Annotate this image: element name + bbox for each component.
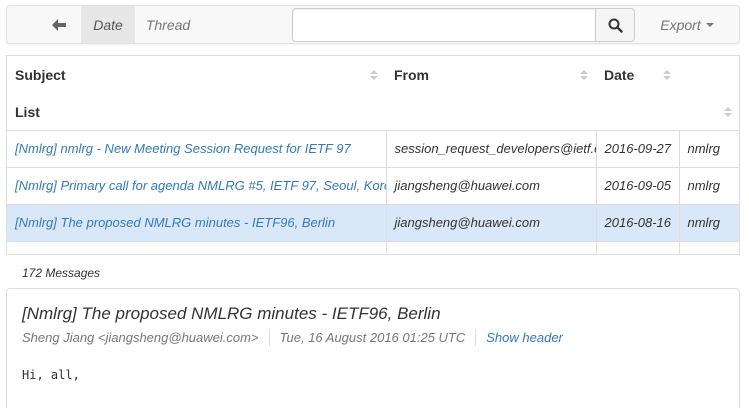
sort-icon — [663, 70, 671, 80]
message-subject: [Nmlrg] The proposed NMLRG minutes - IET… — [22, 304, 441, 323]
message-date: Tue, 16 August 2016 01:25 UTC — [279, 330, 466, 345]
message-list: nmlrg — [679, 203, 739, 241]
search-input[interactable] — [292, 8, 595, 42]
message-date: 2016-09-05 — [596, 166, 680, 204]
header-label: Date — [604, 67, 635, 83]
message-list: nmlrg — [679, 129, 739, 167]
export-dropdown[interactable]: Export — [652, 6, 722, 43]
message-date: 2016-08-16 — [596, 203, 680, 241]
message-subject-link[interactable]: [Nmlrg] The proposed NMLRG minutes - IET… — [15, 215, 335, 230]
table-row-selected[interactable]: [Nmlrg] The proposed NMLRG minutes - IET… — [7, 203, 739, 241]
column-header-date[interactable]: Date — [596, 56, 679, 94]
message-count: 172 Messages — [22, 266, 101, 280]
message-subject-link[interactable]: [Nmlrg] Primary call for agenda NMLRG #5… — [15, 178, 385, 193]
divider — [268, 329, 270, 346]
tab-thread[interactable]: Thread — [135, 6, 201, 43]
divider — [475, 329, 477, 346]
table-row[interactable]: [Nmlrg] Primary call for agenda NMLRG #5… — [7, 166, 739, 204]
message-from: session_request_developers@ietf.org — [386, 129, 597, 167]
message-from: jiangsheng@huawei.com — [386, 203, 597, 241]
message-sender: Sheng Jiang <jiangsheng@huawei.com> — [22, 330, 259, 345]
message-body: Hi, all, — [22, 368, 80, 382]
sort-icon — [724, 106, 732, 117]
arrow-left-icon — [52, 18, 66, 31]
column-header-subject[interactable]: Subject — [7, 56, 386, 94]
back-button[interactable] — [37, 6, 81, 43]
table-row[interactable] — [7, 240, 739, 254]
message-table: Subject From Date List [Nmlrg] nmlrg - N… — [6, 55, 740, 255]
column-header-list[interactable]: List — [7, 94, 739, 130]
message-list: nmlrg — [679, 166, 739, 204]
header-label: Subject — [15, 67, 66, 83]
message-panel: [Nmlrg] The proposed NMLRG minutes - IET… — [6, 288, 740, 408]
caret-down-icon — [705, 22, 714, 27]
header-label: From — [394, 67, 429, 83]
sort-icon — [370, 70, 378, 80]
message-from: jiangsheng@huawei.com — [386, 166, 597, 204]
message-subject-link[interactable]: [Nmlrg] nmlrg - New Meeting Session Requ… — [15, 141, 351, 156]
show-header-link[interactable]: Show header — [486, 330, 563, 345]
search-button[interactable] — [595, 8, 635, 42]
header-label: List — [15, 103, 40, 120]
sort-icon — [580, 70, 588, 80]
column-header-from[interactable]: From — [386, 56, 596, 94]
export-label: Export — [660, 16, 701, 33]
message-date: 2016-09-27 — [596, 129, 680, 167]
toolbar: Date Thread Export — [6, 5, 740, 44]
search-icon — [608, 18, 623, 33]
search-group — [292, 8, 635, 42]
table-row[interactable]: [Nmlrg] nmlrg - New Meeting Session Requ… — [7, 129, 739, 167]
message-meta: Sheng Jiang <jiangsheng@huawei.com> Tue,… — [22, 329, 563, 346]
tab-date[interactable]: Date — [81, 6, 135, 43]
